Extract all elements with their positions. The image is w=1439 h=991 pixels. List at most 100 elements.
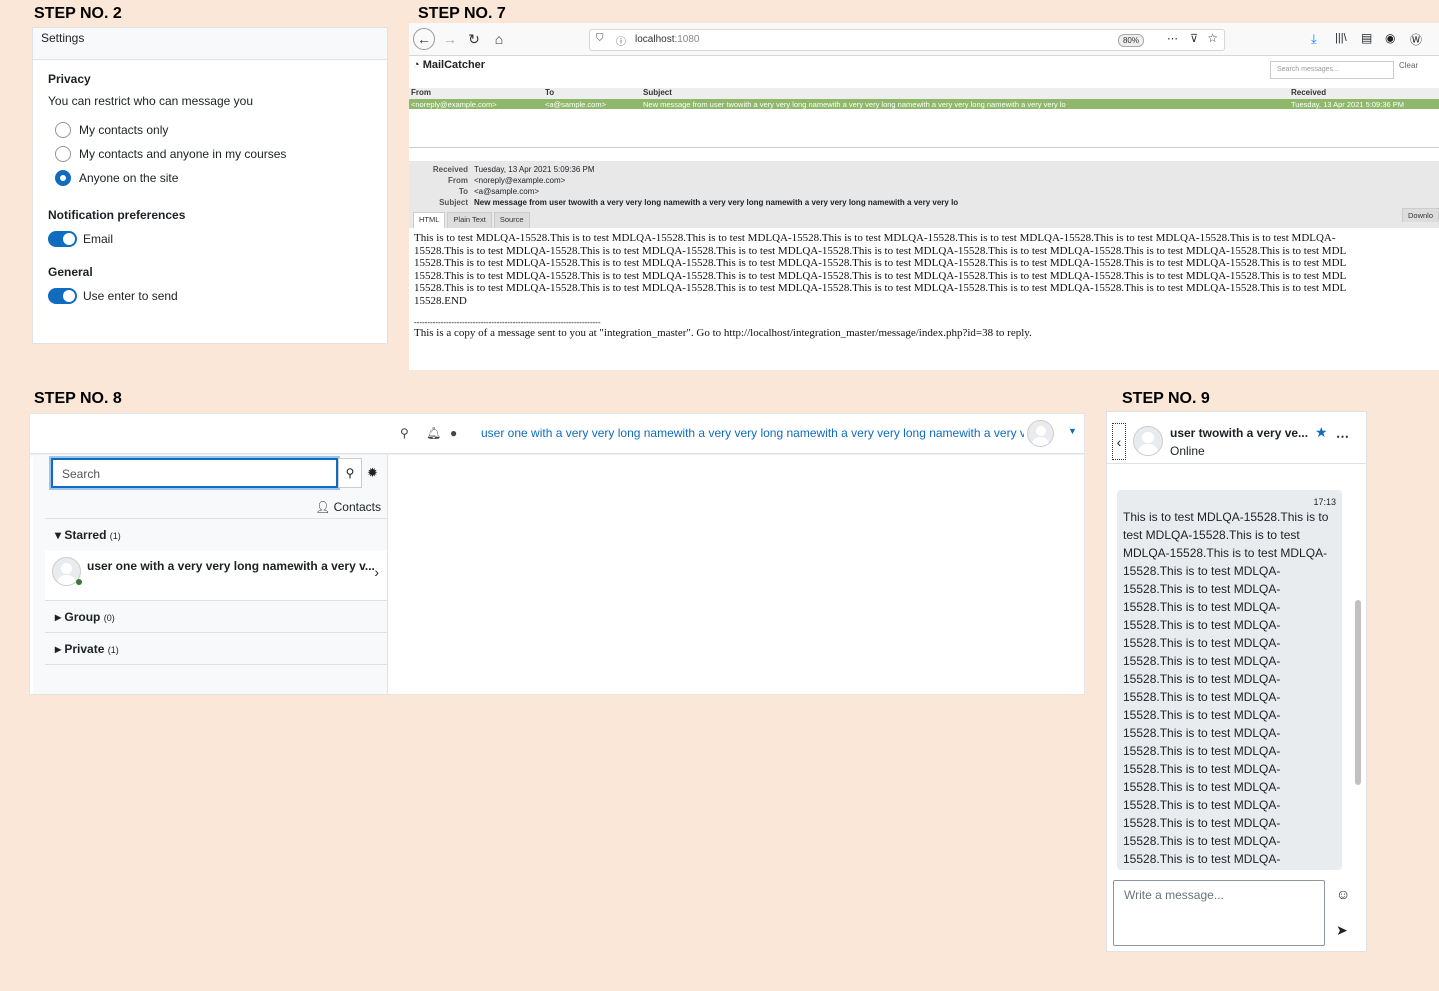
home-icon[interactable]: ⌂ — [488, 28, 510, 50]
avatar[interactable] — [1027, 420, 1054, 447]
message-line: 15528.This is to test MDLQA- — [1123, 600, 1281, 614]
conversation-area — [388, 455, 1084, 694]
download-icon[interactable]: ⤓ — [1311, 31, 1317, 47]
account-icon[interactable]: ◉ — [1385, 31, 1395, 45]
step-9-label: STEP NO. 9 — [1122, 390, 1210, 407]
bell-icon[interactable]: 🔔︎ — [426, 426, 441, 440]
emoji-icon[interactable]: ☺ — [1336, 886, 1350, 902]
email-toggle-row[interactable]: Email — [48, 228, 387, 250]
settings-panel: Settings Privacy You can restrict who ca… — [32, 27, 388, 344]
settings-header: Settings — [33, 28, 387, 60]
section-label: Private — [64, 642, 105, 656]
radio-contacts-courses[interactable]: My contacts and anyone in my courses — [55, 142, 387, 166]
mailcatcher-logo-icon: ◔ — [413, 59, 423, 71]
footer-text: This is a copy of a message sent to you … — [414, 327, 1032, 339]
message-line: 15528.This is to test MDLQA- — [1123, 816, 1281, 830]
radio-button[interactable] — [55, 122, 71, 138]
library-icon[interactable]: |||\ — [1335, 32, 1347, 44]
message-line: 15528.This is to test MDLQA- — [1123, 834, 1281, 848]
contacts-sidebar: Search ⚲ ✹ 👤︎ Contacts ▾ Starred (1) use… — [33, 455, 388, 694]
message-input[interactable]: Write a message... — [1113, 880, 1325, 946]
scrollbar[interactable] — [1355, 600, 1361, 785]
url-bar[interactable]: ⛉ ⓘ localhost:1080 80% ⋯ ⊽ ☆ — [589, 29, 1225, 51]
enter-toggle[interactable] — [48, 288, 77, 304]
shield-icon: ⛉ — [596, 33, 604, 44]
group-section[interactable]: ▸ Group (0) — [45, 600, 387, 632]
message-line: 15528.This is to test MDLQA- — [1123, 852, 1281, 866]
zoom-badge[interactable]: 80% — [1117, 34, 1144, 47]
download-button[interactable]: Downlo — [1401, 208, 1439, 222]
meta-key: From — [448, 176, 468, 185]
meta-value: New message from user twowith a very ver… — [474, 198, 959, 207]
chevron-down-icon[interactable]: ▼ — [1068, 426, 1077, 436]
forward-icon[interactable]: → — [439, 28, 461, 50]
meta-value: <a@sample.com> — [474, 187, 540, 196]
radio-button[interactable] — [55, 146, 71, 162]
radio-button-selected[interactable] — [55, 170, 71, 186]
privacy-title: Privacy — [48, 72, 91, 86]
tab-plain-text[interactable]: Plain Text — [447, 212, 492, 228]
clear-button[interactable]: Clear — [1399, 61, 1418, 70]
search-input[interactable]: Search — [51, 458, 338, 488]
online-dot-icon — [76, 579, 82, 585]
more-icon[interactable]: ⋯ — [1167, 32, 1178, 45]
send-icon[interactable]: ➤ — [1336, 922, 1348, 939]
privacy-description: You can restrict who can message you — [48, 94, 254, 108]
contact-row[interactable]: user one with a very very long namewith … — [45, 551, 387, 600]
enter-label: Use enter to send — [83, 289, 178, 303]
message-line: This is to test MDLQA-15528.This is to — [1123, 510, 1329, 524]
tab-html[interactable]: HTML — [413, 212, 446, 228]
radio-label: Anyone on the site — [79, 171, 179, 185]
step-2-label: STEP NO. 2 — [34, 5, 122, 22]
private-section[interactable]: ▸ Private (1) — [45, 632, 387, 665]
message-line: 15528.This is to test MDLQA- — [1123, 780, 1281, 794]
message-metadata: Received Tuesday, 13 Apr 2021 5:09:36 PM … — [409, 161, 1439, 212]
sidebar-icon[interactable]: ▤ — [1361, 31, 1372, 45]
message-list-header: From To Subject Received — [409, 88, 1439, 99]
radio-anyone[interactable]: Anyone on the site — [55, 166, 387, 190]
avatar — [1133, 426, 1163, 456]
tab-source[interactable]: Source — [493, 212, 530, 228]
mailcatcher-title: ◔ MailCatcher — [413, 59, 485, 71]
star-icon[interactable]: ★ — [1315, 424, 1328, 441]
format-tabs: HTML Plain Text Source Downlo — [409, 208, 1439, 228]
section-count: (1) — [109, 531, 121, 541]
person-icon: 👤︎ — [315, 500, 334, 514]
message-line: test MDLQA-15528.This is to test — [1123, 528, 1300, 542]
search-icon: ⚲ — [345, 466, 355, 480]
email-label: Email — [83, 232, 114, 246]
url-host: localhost — [635, 34, 675, 45]
row-received: Tuesday, 13 Apr 2021 5:09:36 PM — [1291, 99, 1404, 109]
radio-my-contacts[interactable]: My contacts only — [55, 118, 387, 142]
radio-label: My contacts only — [79, 123, 169, 137]
body-line: 15528.This is to test MDLQA-15528.This i… — [414, 282, 1347, 294]
search-messages-input[interactable]: Search messages... — [1270, 61, 1394, 79]
contacts-link[interactable]: 👤︎ Contacts — [315, 500, 381, 514]
extension-icon[interactable]: Ⓦ — [1410, 31, 1422, 48]
bookmark-star-icon[interactable]: ☆ — [1207, 31, 1218, 45]
email-toggle[interactable] — [48, 231, 77, 247]
pocket-icon[interactable]: ⊽ — [1190, 32, 1198, 45]
back-icon[interactable]: ‹ — [1112, 423, 1126, 460]
enter-toggle-row[interactable]: Use enter to send — [48, 285, 387, 307]
chat-icon[interactable]: ● — [450, 426, 457, 440]
col-received[interactable]: Received — [1291, 88, 1326, 99]
starred-section[interactable]: ▾ Starred (1) — [45, 518, 387, 551]
message-line: 15528.This is to test MDLQA- — [1123, 564, 1281, 578]
col-subject[interactable]: Subject — [643, 88, 1291, 99]
info-icon: ⓘ — [616, 37, 626, 48]
reload-icon[interactable]: ↻ — [463, 28, 485, 50]
gear-icon[interactable]: ✹ — [367, 465, 378, 481]
col-to[interactable]: To — [545, 88, 643, 99]
contacts-label: Contacts — [333, 500, 381, 514]
search-icon[interactable]: ⚲ — [400, 426, 409, 440]
more-icon[interactable]: ⋯ — [1336, 429, 1349, 445]
message-line: 15528.This is to test MDLQA- — [1123, 762, 1281, 776]
message-body: This is to test MDLQA-15528.This is to t… — [409, 228, 1439, 344]
message-row[interactable]: <noreply@example.com> <a@sample.com> New… — [409, 99, 1439, 109]
col-from[interactable]: From — [409, 88, 545, 99]
back-icon[interactable]: ← — [413, 28, 435, 50]
message-line: MDLQA-15528.This is to test MDLQA- — [1123, 546, 1328, 560]
user-menu-name[interactable]: user one with a very very long namewith … — [481, 426, 1024, 440]
search-button[interactable]: ⚲ — [338, 458, 362, 488]
